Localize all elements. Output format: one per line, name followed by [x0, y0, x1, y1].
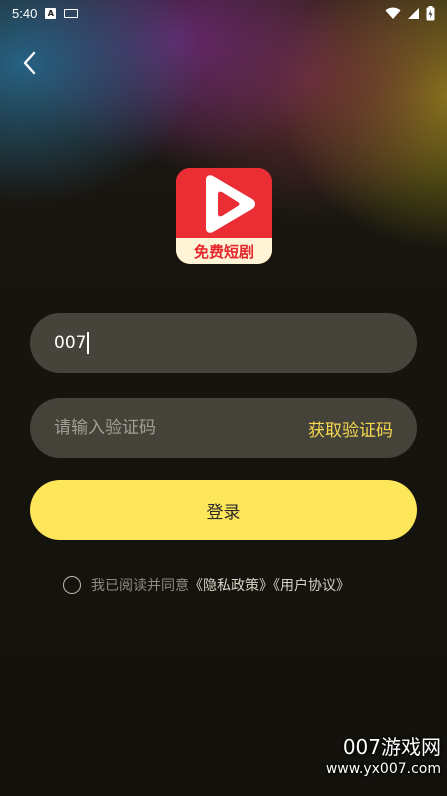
code-field: 获取验证码	[30, 398, 417, 458]
status-time: 5:40	[12, 5, 38, 21]
battery-icon	[426, 5, 435, 20]
watermark-url: www.yx007.com	[325, 761, 441, 777]
agreement-row: 我已阅读并同意《隐私政策》《用户协议》	[63, 575, 350, 595]
back-button[interactable]	[14, 48, 44, 78]
play-icon	[176, 168, 272, 240]
phone-field[interactable]: 007	[30, 313, 417, 373]
logo-text: 免费短剧	[193, 242, 254, 261]
agree-radio[interactable]	[63, 576, 81, 594]
phone-input-value: 007	[54, 333, 87, 353]
keyboard-icon	[64, 8, 79, 18]
verification-code-input[interactable]	[54, 418, 308, 438]
watermark: 007游戏网 www.yx007.com	[326, 736, 441, 780]
status-bar: 5:40 A	[0, 0, 447, 26]
agreement-prefix: 我已阅读并同意	[91, 578, 189, 594]
chevron-left-icon	[23, 51, 36, 75]
text-caret	[87, 332, 89, 354]
login-button[interactable]: 登录	[30, 480, 417, 540]
agreement-text: 我已阅读并同意《隐私政策》《用户协议》	[91, 575, 350, 595]
logo-band: 免费短剧	[176, 238, 272, 264]
user-agreement-link[interactable]: 《用户协议》	[273, 578, 350, 594]
a-notification-icon: A	[45, 7, 57, 19]
watermark-title: 007游戏网	[342, 735, 441, 759]
get-code-button[interactable]: 获取验证码	[308, 416, 393, 441]
wifi-icon	[385, 7, 401, 19]
app-logo: 免费短剧	[176, 168, 272, 264]
privacy-policy-link[interactable]: 《隐私政策》	[189, 578, 273, 594]
signal-icon	[408, 7, 419, 19]
